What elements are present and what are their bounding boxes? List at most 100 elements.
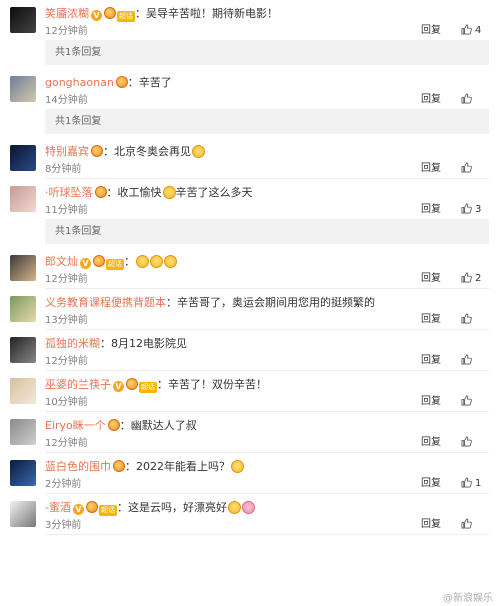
username-link[interactable]: 蓝白色的围巾: [45, 460, 111, 473]
view-replies-link[interactable]: 共1条回复: [45, 219, 489, 244]
like-count: 1: [475, 478, 482, 489]
username-link[interactable]: -蜜酒: [45, 501, 71, 514]
comment-text: ：辛苦了！双份辛苦！: [157, 378, 267, 391]
like-count: 4: [475, 25, 482, 36]
like-button[interactable]: 1: [461, 476, 489, 492]
username-link[interactable]: 特别嘉宾: [45, 145, 89, 158]
username-link[interactable]: 郎文灿: [45, 255, 78, 268]
like-button[interactable]: [461, 92, 489, 108]
comment-item: gonghaonan ：辛苦了 14分钟前 回复: [0, 69, 499, 109]
comment-timestamp: 11分钟前: [45, 205, 88, 216]
medal-icon: [93, 255, 105, 267]
reply-button[interactable]: 回复: [421, 23, 441, 39]
reply-button[interactable]: 回复: [421, 161, 441, 177]
face-emoji-icon: [150, 255, 163, 268]
reply-button[interactable]: 回复: [421, 476, 441, 492]
reply-button[interactable]: 回复: [421, 312, 441, 328]
comment-timestamp: 13分钟前: [45, 315, 88, 326]
thumbs-up-icon: [461, 162, 472, 174]
comment-item: 义务教育课程便携背题本：辛苦哥了，奥运会期间用您用的挺频繁的 13分钟前 回复: [0, 289, 499, 329]
comment-item: 孤独的米糊：8月12电影院见 12分钟前 回复: [0, 330, 499, 370]
like-count: 2: [475, 273, 482, 284]
avatar[interactable]: [10, 186, 36, 212]
username-link[interactable]: 巫婆的兰筷子: [45, 378, 111, 391]
divider: [45, 534, 489, 535]
comment-item: 郎文灿 V 超话： 12分钟前 回复 2: [0, 248, 499, 288]
comment-timestamp: 2分钟前: [45, 479, 82, 490]
thumbs-up-icon: [461, 354, 472, 366]
verified-v-icon: V: [91, 10, 102, 21]
reply-button[interactable]: 回复: [421, 394, 441, 410]
username-link[interactable]: 义务教育课程便携背题本: [45, 296, 166, 309]
comment-timestamp: 3分钟前: [45, 520, 82, 531]
face-emoji-icon: [227, 501, 241, 514]
username-link[interactable]: ·听球坠落: [45, 186, 93, 199]
fan-badge: 超话: [106, 259, 124, 270]
comment-text: ：收工愉快: [106, 186, 162, 199]
thumbs-up-icon: [461, 395, 472, 407]
comment-timestamp: 12分钟前: [45, 438, 88, 449]
avatar[interactable]: [10, 419, 36, 445]
avatar[interactable]: [10, 145, 36, 171]
fan-badge: 超话: [98, 505, 117, 516]
like-button[interactable]: [461, 517, 489, 533]
username-link[interactable]: 孤独的米糊: [45, 337, 100, 350]
medal-icon: [113, 460, 125, 472]
like-count: 3: [475, 204, 482, 215]
like-button[interactable]: [461, 435, 489, 451]
like-button[interactable]: [461, 353, 489, 369]
comment-text: ：2022年能看上吗？: [125, 460, 230, 473]
reply-button[interactable]: 回复: [421, 353, 441, 369]
verified-v-icon: V: [72, 504, 84, 515]
username-link[interactable]: Eiryo眯一个: [45, 419, 106, 432]
username-link[interactable]: gonghaonan: [45, 76, 114, 89]
avatar[interactable]: [10, 7, 36, 33]
like-button[interactable]: [461, 394, 489, 410]
like-button[interactable]: 4: [461, 23, 489, 39]
comment-text: ：吴导辛苦啦！期待新电影！: [135, 7, 278, 20]
reply-button[interactable]: 回复: [421, 202, 441, 218]
medal-icon: [104, 7, 116, 19]
comment-item: 特别嘉宾 ：北京冬奥会再见 8分钟前 回复: [0, 138, 499, 178]
thumbs-up-icon: [461, 313, 472, 325]
comment-text: ：8月12电影院见: [100, 337, 187, 350]
reply-button[interactable]: 回复: [421, 435, 441, 451]
medal-icon: [91, 145, 103, 157]
avatar[interactable]: [10, 296, 36, 322]
username-link[interactable]: 笑靥浓糊: [45, 7, 89, 20]
medal-icon: [107, 419, 120, 431]
face-emoji-icon: [136, 255, 149, 268]
verified-v-icon: V: [113, 381, 124, 392]
comment-text: ：这是云吗，好漂亮好: [116, 501, 227, 514]
comment-timestamp: 12分钟前: [45, 356, 88, 367]
view-replies-link[interactable]: 共1条回复: [45, 109, 489, 134]
avatar[interactable]: [10, 501, 36, 527]
comment-text: ：北京冬奥会再见: [103, 145, 191, 158]
comment-text: ：辛苦哥了，奥运会期间用您用的挺频繁的: [166, 296, 375, 309]
reply-button[interactable]: 回复: [421, 92, 441, 108]
reply-button[interactable]: 回复: [421, 271, 441, 287]
comment-list: 笑靥浓糊 V 超话 ：吴导辛苦啦！期待新电影！ 12分钟前 回复 4 共1条回复 gonghao…: [0, 0, 499, 535]
like-button[interactable]: 2: [461, 271, 489, 287]
thumbs-up-icon: [461, 203, 472, 215]
avatar[interactable]: [10, 255, 36, 281]
comment-item: -蜜酒 V 超话 ：这是云吗，好漂亮好 3分钟前 回复: [0, 494, 499, 534]
avatar[interactable]: [10, 460, 36, 486]
avatar[interactable]: [10, 337, 36, 363]
fan-badge: 超话: [139, 382, 157, 393]
like-button[interactable]: [461, 312, 489, 328]
medal-icon: [85, 501, 98, 513]
avatar[interactable]: [10, 378, 36, 404]
thumbs-up-icon: [461, 93, 472, 105]
thumbs-up-icon: [461, 477, 472, 489]
comment-item: 巫婆的兰筷子 V 超话 ：辛苦了！双份辛苦！ 10分钟前 回复: [0, 371, 499, 411]
avatar[interactable]: [10, 76, 36, 102]
like-button[interactable]: 3: [461, 202, 489, 218]
reply-button[interactable]: 回复: [421, 517, 441, 533]
comment-text-continued: 辛苦了这么多天: [175, 186, 253, 199]
view-replies-link[interactable]: 共1条回复: [45, 40, 489, 65]
face-emoji-icon: [192, 145, 205, 158]
like-button[interactable]: [461, 161, 489, 177]
comment-text: ：辛苦了: [127, 76, 172, 89]
face-emoji-icon: [231, 460, 244, 473]
